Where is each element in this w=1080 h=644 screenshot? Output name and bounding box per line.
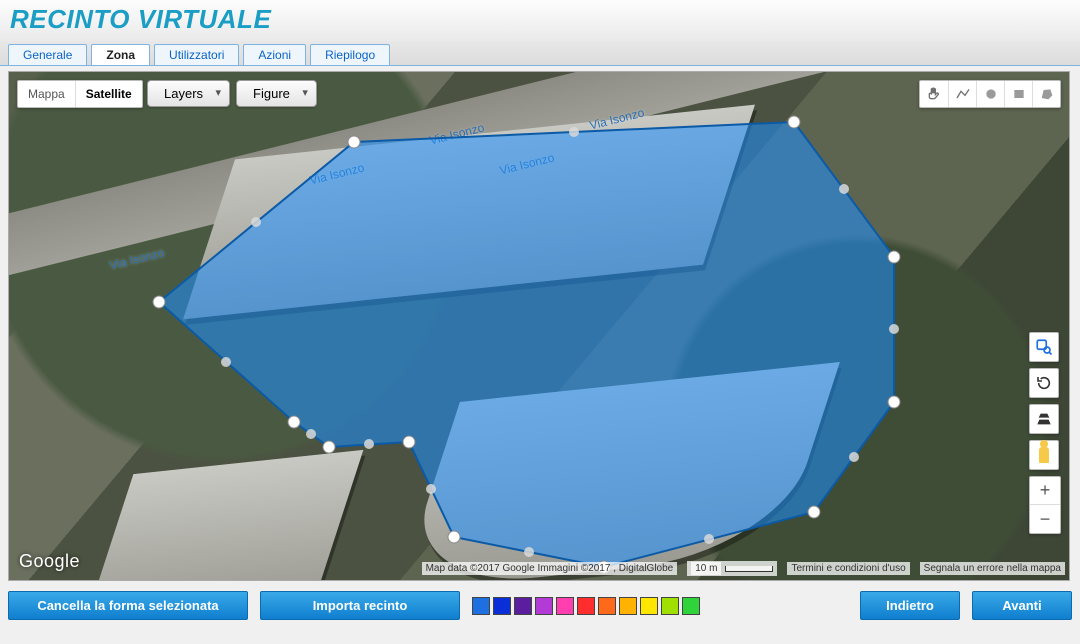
tilt-icon[interactable] <box>1029 404 1059 434</box>
color-swatch[interactable] <box>598 597 616 615</box>
map-type-map[interactable]: Mappa <box>18 81 76 107</box>
color-swatch[interactable] <box>577 597 595 615</box>
google-logo: Google <box>19 551 80 572</box>
zoom-area-icon[interactable] <box>1029 332 1059 362</box>
color-swatch[interactable] <box>619 597 637 615</box>
pegman-icon[interactable] <box>1029 440 1059 470</box>
rectangle-icon[interactable] <box>1004 81 1032 107</box>
zoom-out-button[interactable]: − <box>1030 505 1060 533</box>
layers-dropdown[interactable]: Layers <box>147 80 230 107</box>
map-canvas[interactable]: Via Isonzo Via Isonzo Via Isonzo Via Iso… <box>8 71 1070 581</box>
attribution-bar: Map data ©2017 Google Immagini ©2017 , D… <box>422 561 1065 576</box>
tab-zona[interactable]: Zona <box>91 44 150 65</box>
color-swatch[interactable] <box>556 597 574 615</box>
color-swatch[interactable] <box>514 597 532 615</box>
polyline-icon[interactable] <box>948 81 976 107</box>
back-button[interactable]: Indietro <box>860 591 960 620</box>
report-error-link[interactable]: Segnala un errore nella mappa <box>920 562 1065 575</box>
tab-generale[interactable]: Generale <box>8 44 87 65</box>
next-button[interactable]: Avanti <box>972 591 1072 620</box>
map-dropdowns: Layers Figure <box>147 80 317 107</box>
delete-shape-button[interactable]: Cancella la forma selezionata <box>8 591 248 620</box>
tab-azioni[interactable]: Azioni <box>243 44 306 65</box>
scale-label: 10 m <box>691 562 721 575</box>
color-swatch[interactable] <box>472 597 490 615</box>
draw-toolbar <box>919 80 1061 108</box>
color-swatch[interactable] <box>493 597 511 615</box>
map-side-controls: + − <box>1029 332 1061 534</box>
figure-dropdown[interactable]: Figure <box>236 80 317 107</box>
geofence-polygon[interactable] <box>104 92 904 581</box>
import-fence-button[interactable]: Importa recinto <box>260 591 460 620</box>
scale-bar-icon <box>725 566 773 572</box>
rotate-icon[interactable] <box>1029 368 1059 398</box>
polygon-icon[interactable] <box>1032 81 1060 107</box>
map-type-satellite[interactable]: Satellite <box>76 81 142 107</box>
color-swatch[interactable] <box>535 597 553 615</box>
zoom-group: + − <box>1029 476 1061 534</box>
color-swatch[interactable] <box>682 597 700 615</box>
footer-bar: Cancella la forma selezionata Importa re… <box>0 587 1080 628</box>
color-palette <box>472 597 700 615</box>
pan-icon[interactable] <box>920 81 948 107</box>
tab-riepilogo[interactable]: Riepilogo <box>310 44 390 65</box>
color-swatch[interactable] <box>640 597 658 615</box>
map-scale: 10 m <box>687 561 777 576</box>
page-title: RECINTO VIRTUALE <box>0 0 1080 41</box>
map-attribution: Map data ©2017 Google Immagini ©2017 , D… <box>422 562 678 575</box>
circle-icon[interactable] <box>976 81 1004 107</box>
zoom-in-button[interactable]: + <box>1030 477 1060 505</box>
tabs-bar: Generale Zona Utilizzatori Azioni Riepil… <box>0 41 1080 65</box>
tab-utilizzatori[interactable]: Utilizzatori <box>154 44 239 65</box>
map-type-toggle: Mappa Satellite <box>17 80 143 108</box>
terms-link[interactable]: Termini e condizioni d'uso <box>787 562 909 575</box>
color-swatch[interactable] <box>661 597 679 615</box>
